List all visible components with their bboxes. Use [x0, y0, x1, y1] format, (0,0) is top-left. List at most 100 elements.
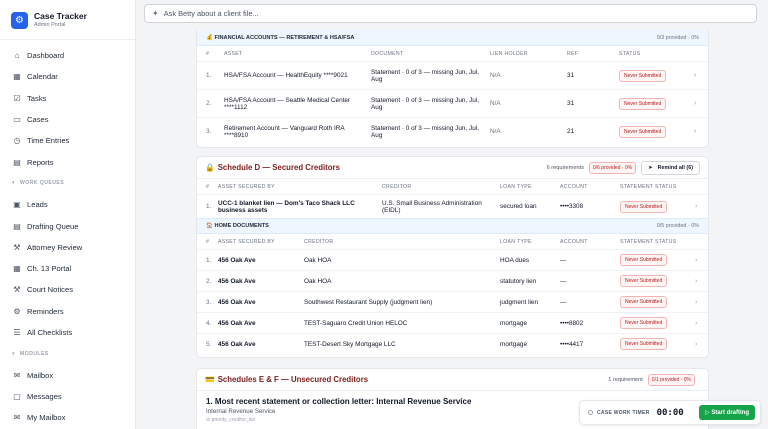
row-lien: N/A: [490, 100, 501, 107]
col-num: #: [206, 183, 210, 190]
start-drafting-button[interactable]: ▷ Start drafting: [699, 405, 755, 420]
row-creditor: TEST-Desert Sky Mortgage LLC: [304, 340, 396, 348]
row-loan-type: HOA dues: [500, 256, 530, 264]
sidebar-item-dashboard[interactable]: ⌂ Dashboard: [0, 45, 135, 66]
status-badge: Never Submitted: [620, 317, 668, 329]
house-icon: 🏠: [206, 223, 213, 229]
sidebar-item-label: Reports: [27, 157, 54, 167]
table-row[interactable]: 3. 456 Oak Ave Southwest Restaurant Supp…: [197, 291, 708, 312]
chevron-right-icon[interactable]: ›: [695, 257, 697, 264]
home-icon: ⌂: [14, 51, 20, 61]
sidebar-item-label: Dashboard: [27, 51, 65, 61]
sidebar-item-label: Leads: [27, 200, 48, 210]
sidebar-item-cases[interactable]: ▭ Cases: [0, 109, 135, 130]
chevron-right-icon[interactable]: ›: [694, 100, 696, 107]
sidebar-item-tasks[interactable]: ☑ Tasks: [0, 88, 135, 109]
gavel-icon: ⚒: [13, 242, 21, 252]
remind-label: Remind all (6): [657, 164, 693, 171]
row-ref: 31: [567, 72, 575, 79]
row-loan-type: secured loan: [500, 203, 537, 210]
section-work-queues[interactable]: ▾ WORK QUEUES: [0, 173, 135, 194]
sidebar-nav: ⌂ Dashboard ▦ Calendar ☑ Tasks ▭ Cases ◷ Time…: [0, 40, 135, 428]
schedule-ef-header[interactable]: 💳 Schedules E & F — Unsecured Creditors 1…: [197, 369, 708, 391]
sidebar-item-label: Mailbox: [27, 370, 54, 380]
chevron-right-icon[interactable]: ›: [694, 128, 696, 135]
lock-icon: 🔒: [205, 163, 215, 172]
row-document: Statement · 0 of 3 — missing Jun, Jul, A…: [371, 124, 479, 139]
table-row[interactable]: 2. 456 Oak Ave Oak HOA statutory lien — …: [197, 270, 708, 291]
sidebar-item-time-entries[interactable]: ◷ Time Entries: [0, 130, 135, 151]
chat-icon: ▢: [13, 391, 21, 401]
col-loan-type: LOAN TYPE: [500, 183, 532, 190]
row-account: —: [560, 298, 567, 306]
row-creditor: Oak HOA: [304, 277, 332, 285]
col-document: DOCUMENT: [371, 50, 404, 57]
status-badge: Never Submitted: [619, 125, 667, 138]
chevron-right-icon[interactable]: ›: [695, 341, 697, 348]
status-badge: Never Submitted: [620, 200, 668, 213]
row-account: ••••8802: [560, 319, 584, 327]
table-row[interactable]: 1. 456 Oak Ave Oak HOA HOA dues — Never …: [197, 249, 708, 270]
schedule-d-card: 🔒 Schedule D — Secured Creditors 6 requir…: [196, 156, 709, 358]
row-account: ••••3308: [560, 203, 584, 210]
row-num: 3.: [206, 128, 212, 135]
status-badge: Never Submitted: [620, 275, 668, 287]
sidebar-item-label: Court Notices: [27, 285, 74, 295]
brand-subtitle: Admin Portal: [34, 22, 66, 28]
sidebar: ⚙ Case Tracker Admin Portal ⌂ Dashboard ▦…: [0, 0, 136, 429]
section-title: HOME DOCUMENTS: [214, 223, 269, 229]
sidebar-item-messages[interactable]: ▢ Messages: [0, 386, 135, 407]
table-row[interactable]: 1. UCC-1 blanket lien — Dom's Taco Shack…: [197, 194, 708, 218]
inbox-icon: ✉: [13, 370, 21, 380]
status-badge: Never Submitted: [619, 97, 667, 110]
section-title: FINANCIAL ACCOUNTS — RETIREMENT & HSA/FS…: [214, 34, 355, 41]
search-bar[interactable]: ✦ Ask Betty about a client file...: [144, 4, 757, 23]
row-account: ••••4417: [560, 340, 584, 348]
sidebar-item-ch13-portal[interactable]: ▦ Ch. 13 Portal: [0, 258, 135, 279]
start-label: Start drafting: [711, 410, 749, 416]
clock-icon: ◷: [13, 136, 21, 146]
table-row[interactable]: 2. HSA/FSA Account — Seattle Medical Cen…: [197, 89, 708, 117]
row-num: 4.: [206, 319, 212, 327]
row-asset: 456 Oak Ave: [218, 277, 256, 285]
sidebar-item-all-checklists[interactable]: ☰ All Checklists: [0, 322, 135, 343]
chevron-right-icon[interactable]: ›: [695, 299, 697, 306]
table-row[interactable]: 3. Retirement Account — Vanguard Roth IR…: [197, 117, 708, 145]
sidebar-item-leads[interactable]: ▣ Leads: [0, 194, 135, 215]
brand[interactable]: ⚙ Case Tracker Admin Portal: [0, 0, 135, 40]
chevron-right-icon[interactable]: ›: [694, 72, 696, 79]
brand-title: Case Tracker: [34, 11, 87, 21]
section-modules[interactable]: ▾ MODULES: [0, 343, 135, 364]
col-statement-status: STATEMENT STATUS: [620, 238, 677, 245]
sidebar-item-mailbox[interactable]: ✉ Mailbox: [0, 364, 135, 385]
row-asset: 456 Oak Ave: [218, 340, 256, 348]
col-num: #: [206, 238, 210, 245]
chevron-right-icon[interactable]: ›: [695, 203, 697, 210]
chevron-right-icon[interactable]: ›: [695, 320, 697, 327]
row-document: Statement · 0 of 3 — missing Jun, Jul, A…: [371, 96, 479, 111]
sidebar-item-drafting-queue[interactable]: ▤ Drafting Queue: [0, 215, 135, 236]
row-account: —: [560, 256, 567, 264]
remind-all-button[interactable]: ➤ Remind all (6): [641, 160, 700, 175]
item-tag: priority_creditor_list: [211, 417, 255, 423]
chevron-right-icon[interactable]: ›: [695, 278, 697, 285]
table-row[interactable]: 5. 456 Oak Ave TEST-Desert Sky Mortgage …: [197, 333, 708, 354]
home-documents-header[interactable]: 🏠 HOME DOCUMENTS 0/5 provided · 0%: [197, 218, 708, 234]
status-badge: Never Submitted: [619, 69, 667, 82]
sidebar-item-court-notices[interactable]: ⚒ Court Notices: [0, 279, 135, 300]
row-loan-type: statutory lien: [500, 277, 537, 285]
row-num: 5.: [206, 340, 212, 348]
sidebar-item-reports[interactable]: ▤ Reports: [0, 151, 135, 172]
sidebar-item-attorney-review[interactable]: ⚒ Attorney Review: [0, 237, 135, 258]
schedule-d-header[interactable]: 🔒 Schedule D — Secured Creditors 6 requir…: [197, 157, 708, 179]
sidebar-item-my-mailbox[interactable]: ✉ My Mailbox: [0, 407, 135, 428]
sidebar-item-calendar[interactable]: ▦ Calendar: [0, 66, 135, 87]
row-loan-type: judgment lien: [500, 298, 539, 306]
table-row[interactable]: 4. 456 Oak Ave TEST-Saguaro Credit Union…: [197, 312, 708, 333]
search-input[interactable]: Ask Betty about a client file...: [164, 9, 259, 18]
draft-icon: ▤: [13, 221, 21, 231]
table-row[interactable]: 1. HSA/FSA Account — HealthEquity ****90…: [197, 61, 708, 89]
sidebar-item-reminders[interactable]: ⚙ Reminders: [0, 301, 135, 322]
row-loan-type: mortgage: [500, 319, 527, 327]
financial-accounts-header[interactable]: 💰 FINANCIAL ACCOUNTS — RETIREMENT & HSA/…: [197, 30, 708, 46]
